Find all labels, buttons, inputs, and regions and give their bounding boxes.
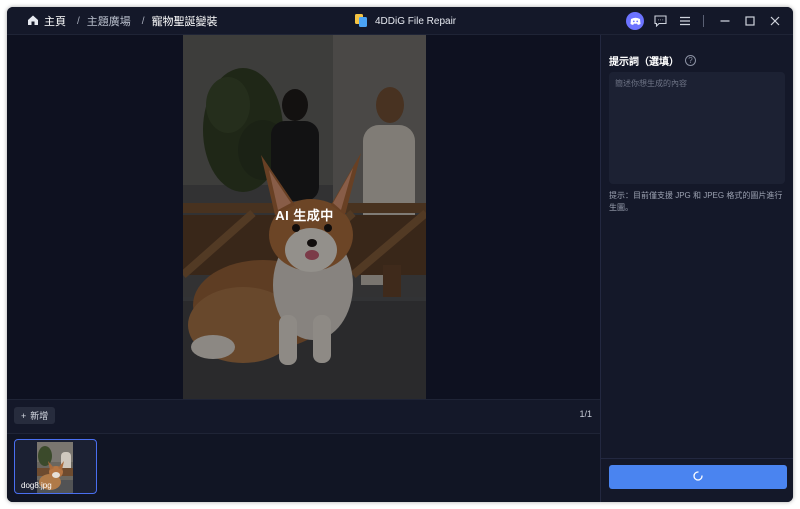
prompt-panel: 提示詞（選填） ? 提示：目前僅支援 JPG 和 JPEG 格式的圖片進行生圖。	[600, 35, 793, 502]
breadcrumb-home[interactable]: 主頁	[27, 13, 66, 29]
generate-button[interactable]	[609, 465, 787, 489]
help-icon[interactable]: ?	[685, 55, 696, 66]
breadcrumb-theme-plaza[interactable]: 主題廣場	[87, 13, 131, 29]
action-bar: + 新增 1/1	[7, 399, 600, 434]
workspace: AI 生成中 + 新增 1/1 dog8.jpg	[7, 35, 600, 502]
thumbnail-item[interactable]: dog8.jpg	[14, 439, 97, 494]
toolbar-divider	[703, 15, 704, 27]
app-title-text: 4DDiG File Repair	[375, 15, 457, 27]
prompt-title-label: 提示詞（選填）	[609, 57, 679, 68]
generating-status: AI 生成中	[275, 208, 334, 223]
plus-icon: +	[21, 410, 27, 421]
app-logo-icon	[355, 13, 368, 30]
prompt-input[interactable]	[609, 72, 785, 184]
app-title: 4DDiG File Repair	[355, 7, 456, 35]
close-icon[interactable]	[765, 11, 785, 31]
panel-divider	[601, 458, 793, 459]
title-bar: 主頁 / 主題廣場 / 寵物聖誕變裝 4DDiG File Repair	[7, 7, 793, 35]
breadcrumb-home-label: 主頁	[44, 16, 66, 28]
image-counter: 1/1	[579, 409, 592, 419]
maximize-icon[interactable]	[740, 11, 760, 31]
thumbnail-strip: dog8.jpg	[7, 434, 600, 502]
add-button[interactable]: + 新增	[14, 407, 56, 424]
breadcrumb: 主頁 / 主題廣場 / 寵物聖誕變裝	[27, 7, 218, 35]
app-window: 主頁 / 主題廣場 / 寵物聖誕變裝 4DDiG File Repair AI …	[7, 7, 793, 502]
minimize-icon[interactable]	[715, 11, 735, 31]
window-controls	[620, 7, 785, 35]
chat-icon[interactable]	[650, 11, 670, 31]
breadcrumb-separator: /	[141, 15, 145, 27]
home-icon	[27, 14, 39, 29]
discord-icon[interactable]	[625, 11, 645, 31]
menu-icon[interactable]	[675, 11, 695, 31]
prompt-title: 提示詞（選填） ?	[609, 53, 696, 68]
add-button-label: 新增	[30, 411, 49, 421]
breadcrumb-current: 寵物聖誕變裝	[151, 16, 218, 28]
spinner-icon	[693, 468, 703, 486]
format-hint: 提示：目前僅支援 JPG 和 JPEG 格式的圖片進行生圖。	[609, 191, 783, 212]
preview-canvas: AI 生成中	[7, 35, 600, 399]
preview-image: AI 生成中	[183, 35, 426, 399]
breadcrumb-separator: /	[77, 15, 80, 27]
thumbnail-filename: dog8.jpg	[21, 481, 52, 490]
